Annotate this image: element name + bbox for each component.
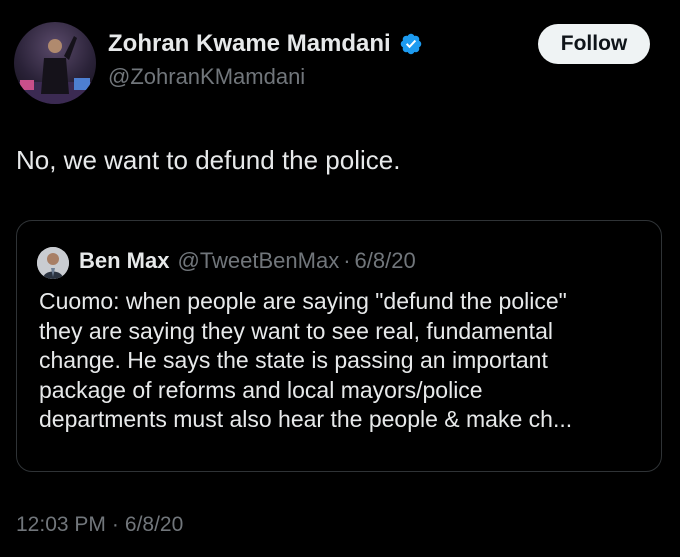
tweet-card: Zohran Kwame Mamdani @ZohranKMamdani Fol…: [0, 0, 680, 557]
quoted-tweet[interactable]: Ben Max @TweetBenMax · 6/8/20 Cuomo: whe…: [16, 220, 662, 472]
follow-button[interactable]: Follow: [538, 24, 650, 64]
tweet-time: 12:03 PM: [16, 513, 106, 536]
timestamp-separator: ·: [111, 513, 119, 536]
tweet-date: 6/8/20: [124, 513, 184, 536]
author-name[interactable]: Zohran Kwame Mamdani: [108, 30, 391, 58]
verified-badge-icon[interactable]: [399, 32, 423, 56]
author-avatar[interactable]: [14, 22, 96, 104]
quoted-date[interactable]: 6/8/20: [355, 248, 416, 274]
author-name-row: Zohran Kwame Mamdani: [108, 30, 423, 58]
quoted-tweet-header: Ben Max @TweetBenMax · 6/8/20: [79, 248, 416, 274]
author-handle[interactable]: @ZohranKMamdani: [108, 64, 305, 90]
quoted-author-avatar[interactable]: [37, 247, 69, 279]
quoted-separator: ·: [343, 248, 351, 273]
tweet-timestamp[interactable]: 12:03 PM · 6/8/20: [16, 513, 183, 537]
tweet-text: No, we want to defund the police.: [16, 145, 401, 175]
quoted-author-avatar-image: [37, 247, 69, 279]
quoted-author-name[interactable]: Ben Max: [79, 248, 169, 274]
author-avatar-image: [14, 36, 96, 104]
quoted-tweet-text: Cuomo: when people are saying "defund th…: [39, 288, 573, 432]
quoted-author-handle[interactable]: @TweetBenMax: [177, 248, 339, 274]
